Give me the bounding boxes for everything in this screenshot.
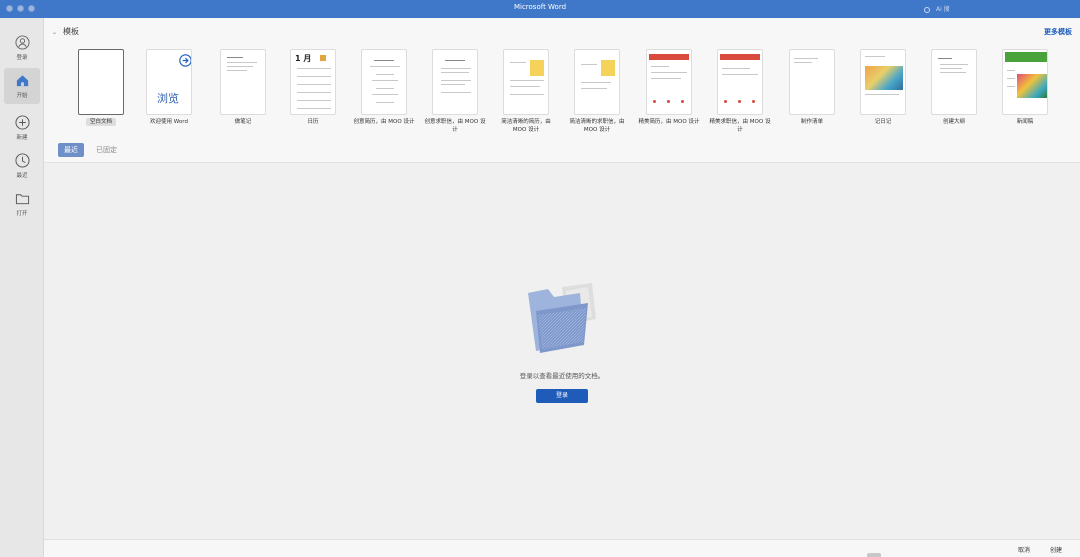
tab-pinned[interactable]: 已固定 bbox=[90, 143, 123, 157]
template-thumbnail bbox=[789, 49, 835, 115]
template-polished-cover-letter[interactable]: 精美求职信，由 MOO 设计 bbox=[710, 49, 770, 134]
sidebar-item-home[interactable]: 开始 bbox=[4, 68, 40, 104]
template-thumbnail bbox=[220, 49, 266, 115]
search-icon bbox=[924, 6, 930, 13]
home-icon bbox=[16, 75, 28, 87]
scroll-handle[interactable] bbox=[867, 553, 881, 557]
template-thumbnail bbox=[717, 49, 763, 115]
create-button[interactable]: 创建 bbox=[1044, 543, 1068, 555]
template-thumbnail: 1 月 bbox=[290, 49, 336, 115]
window-title: Microsoft Word bbox=[513, 3, 567, 11]
template-creative-cover-letter[interactable]: 创意求职信，由 MOO 设计 bbox=[425, 49, 485, 134]
footer-bar: 取消 创建 bbox=[44, 539, 1080, 557]
sidebar-item-recent[interactable]: 最近 bbox=[4, 148, 40, 184]
template-thumbnail bbox=[646, 49, 692, 115]
template-label: 精美求职信，由 MOO 设计 bbox=[709, 119, 771, 133]
template-label: 简洁清晰的求职信，由 MOO 设计 bbox=[569, 119, 625, 133]
template-journal[interactable]: 记日记 bbox=[860, 49, 908, 126]
calendar-thumb-text: 1 月 bbox=[295, 54, 312, 63]
template-label: 记日记 bbox=[874, 119, 892, 125]
template-newsletter[interactable]: 新闻稿 bbox=[1002, 49, 1050, 126]
template-thumbnail bbox=[432, 49, 478, 115]
user-icon bbox=[14, 35, 30, 50]
template-label: 新闻稿 bbox=[1016, 119, 1034, 125]
title-bar: Microsoft Word Ai 搜 bbox=[0, 0, 1080, 18]
template-label: 创意求职信，由 MOO 设计 bbox=[424, 119, 486, 133]
titlebar-search[interactable]: Ai 搜 bbox=[924, 4, 950, 13]
titlebar-search-hint: Ai 搜 bbox=[936, 6, 950, 13]
template-thumbnail bbox=[503, 49, 549, 115]
template-take-notes[interactable]: 做笔记 bbox=[220, 49, 268, 126]
template-thumbnail: 浏览 bbox=[146, 49, 192, 115]
sidebar-item-signin[interactable]: 登录 bbox=[4, 30, 40, 66]
template-thumbnail bbox=[574, 49, 620, 115]
sidebar-item-new[interactable]: 新建 bbox=[4, 110, 40, 146]
login-button[interactable]: 登录 bbox=[536, 389, 588, 403]
template-clean-cover-letter[interactable]: 简洁清晰的求职信，由 MOO 设计 bbox=[569, 49, 625, 134]
clock-icon bbox=[14, 153, 30, 168]
sidebar-item-label: 开始 bbox=[16, 93, 28, 99]
sidebar-item-label: 打开 bbox=[16, 211, 28, 217]
document-tabs: 最近 已固定 bbox=[44, 139, 1080, 163]
sidebar-item-label: 新建 bbox=[16, 135, 28, 141]
template-clean-resume[interactable]: 简洁清晰的简历，由 MOO 设计 bbox=[501, 49, 551, 134]
template-label: 精美简历，由 MOO 设计 bbox=[638, 119, 700, 125]
template-creative-resume[interactable]: 创意简历，由 MOO 设计 bbox=[354, 49, 414, 126]
empty-folder-illustration bbox=[528, 283, 596, 353]
sidebar-item-label: 最近 bbox=[16, 173, 28, 179]
templates-title: 模板 bbox=[63, 27, 80, 36]
template-label: 简洁清晰的简历，由 MOO 设计 bbox=[501, 119, 551, 133]
template-label: 创建大纲 bbox=[942, 119, 965, 125]
template-label: 欢迎使用 Word bbox=[150, 119, 188, 125]
template-make-list[interactable]: 制作清单 bbox=[789, 49, 837, 126]
arrow-right-circle-icon bbox=[179, 54, 191, 67]
template-label: 做笔记 bbox=[234, 119, 252, 125]
folder-icon bbox=[15, 194, 29, 205]
template-label: 制作清单 bbox=[800, 119, 823, 125]
template-label: 日历 bbox=[307, 119, 319, 125]
sidebar-item-label: 登录 bbox=[16, 55, 28, 61]
template-thumbnail bbox=[860, 49, 906, 115]
browse-thumb-text: 浏览 bbox=[157, 92, 179, 105]
template-blank-document[interactable]: 空白文档 bbox=[78, 49, 126, 126]
sidebar: 登录 开始 新建 最近 打开 bbox=[0, 18, 44, 557]
template-outline[interactable]: 创建大纲 bbox=[931, 49, 979, 126]
template-polished-resume[interactable]: 精美简历，由 MOO 设计 bbox=[639, 49, 699, 126]
template-label: 创意简历，由 MOO 设计 bbox=[353, 119, 415, 125]
tab-recent[interactable]: 最近 bbox=[58, 143, 84, 157]
template-label: 空白文档 bbox=[86, 118, 116, 126]
chevron-down-icon: ⌄ bbox=[52, 29, 58, 36]
template-thumbnail bbox=[931, 49, 977, 115]
template-thumbnail bbox=[78, 49, 124, 115]
recent-documents-panel: 登录以查看最近使用的文档。 登录 bbox=[44, 163, 1080, 539]
cancel-button[interactable]: 取消 bbox=[1012, 543, 1036, 555]
template-calendar[interactable]: 1 月 日历 bbox=[290, 49, 338, 126]
template-thumbnail bbox=[1002, 49, 1048, 115]
templates-heading[interactable]: ⌄ 模板 bbox=[52, 26, 79, 37]
more-templates-link[interactable]: 更多模板 bbox=[1044, 27, 1072, 37]
template-thumbnail bbox=[361, 49, 407, 115]
sidebar-item-open[interactable]: 打开 bbox=[4, 186, 40, 222]
plus-circle-icon bbox=[14, 115, 30, 130]
empty-state-message: 登录以查看最近使用的文档。 bbox=[519, 372, 605, 380]
template-welcome-word[interactable]: 浏览 欢迎使用 Word bbox=[146, 49, 194, 126]
